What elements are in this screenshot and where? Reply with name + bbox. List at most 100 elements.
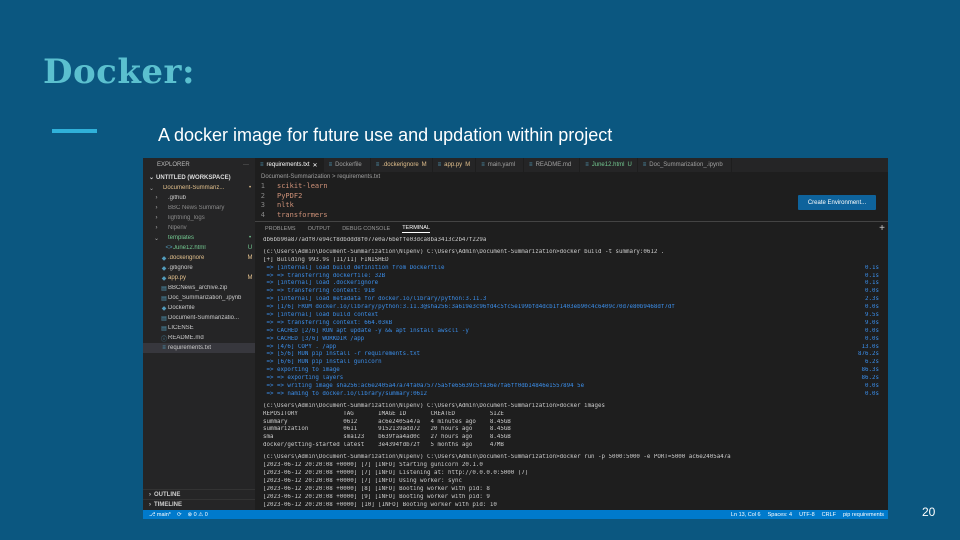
chevron-down-icon: ⌄ (149, 175, 155, 181)
line-number: 4 (260, 210, 265, 219)
tree-item[interactable]: ◆ Dockerfile (143, 303, 255, 313)
tree-item[interactable]: ◆ app.py M (143, 273, 255, 283)
outline-section[interactable]: › OUTLINE (143, 489, 255, 499)
terminal-line: => [1/6] FROM docker.io/library/python:3… (263, 304, 883, 312)
tree-item[interactable]: ≡ requirements.txt (143, 343, 255, 353)
terminal-line: [2023-06-12 20:20:08 +0000] [7] [INFO] U… (263, 478, 883, 486)
file-icon: ≡ (642, 162, 647, 168)
terminal-text: [2023-06-12 20:20:08 +0000] [9] [INFO] B… (263, 493, 490, 500)
editor-tab[interactable]: ≡ main.yaml (476, 158, 525, 172)
line-ending[interactable]: CRLF (822, 512, 836, 518)
tree-item[interactable]: › Nlpenv (143, 223, 255, 233)
terminal-line: [2023-06-12 20:20:08 +0000] [8] [INFO] B… (263, 486, 883, 494)
indentation[interactable]: Spaces: 4 (768, 512, 792, 518)
terminal-line: summary 0612 ac6e2405a47a 4 minutes ago … (263, 419, 883, 427)
terminal-text: => => writing image sha256:ac6e2405a47a7… (263, 383, 585, 390)
slide-title: Docker: (43, 52, 196, 92)
step-duration: 0.0s (865, 304, 879, 311)
tree-item-label: .dockerignore (168, 255, 205, 261)
editor-tab[interactable]: ≡ requirements.txt ✕ (255, 158, 324, 172)
workspace-header[interactable]: ⌄ UNTITLED (WORKSPACE) (143, 172, 255, 183)
tree-item-label: BBCNews_archive.zip (168, 285, 228, 291)
terminal-line: summarization 0611 9152139add72 20 hours… (263, 426, 883, 434)
terminal-text: [2023-06-12 20:20:08 +0000] [8] [INFO] B… (263, 485, 490, 492)
sync-icon[interactable]: ⟳ (177, 512, 182, 518)
line-number: 1 (260, 182, 265, 190)
problems-count[interactable]: ⊗ 0 ⚠ 0 (188, 512, 208, 518)
tree-item-label: Doc_Summarization_.ipynb (168, 295, 242, 301)
panel-tab[interactable]: PROBLEMS (265, 226, 296, 232)
chevron-down-icon: ⌄ (148, 185, 155, 192)
terminal-line: [2023-06-12 20:20:08 +0000] [10] [INFO] … (263, 502, 883, 510)
tab-label: June12.html (591, 162, 625, 168)
outline-label: OUTLINE (154, 491, 181, 498)
terminal-output[interactable]: db6bb90a877adf07e94cf8dbddd8f077e0a76bef… (263, 237, 883, 509)
terminal-line: => [5/6] RUN pip install -r requirements… (263, 351, 883, 359)
tree-item[interactable]: › BBC News Summary (143, 203, 255, 213)
tree-item[interactable]: ▤ Doc_Summarization_.ipynb (143, 293, 255, 303)
workspace-label: UNTITLED (WORKSPACE) (156, 174, 231, 181)
editor-tab[interactable]: ≡ app.py M (433, 158, 477, 172)
panel-tab[interactable]: TERMINAL (402, 225, 430, 233)
terminal-line: => => writing image sha256:ac6e2405a47a7… (263, 383, 883, 391)
git-branch[interactable]: ⎇ main* (149, 512, 171, 518)
tree-item[interactable]: ◆ .dockerignore M (143, 253, 255, 263)
terminal-line: [2023-06-12 20:20:08 +0000] [9] [INFO] B… (263, 494, 883, 502)
terminal-line: db6bb90a877adf07e94cf8dbddd8f077e0a76bef… (263, 237, 883, 245)
create-environment-button[interactable]: Create Environment... (798, 195, 876, 210)
timeline-section[interactable]: › TIMELINE (143, 499, 255, 509)
close-icon[interactable]: ✕ (313, 162, 318, 169)
panel-tab[interactable]: OUTPUT (308, 226, 331, 232)
tree-item[interactable]: ⌄ Document-Summariz... • (143, 183, 255, 193)
panel-tab[interactable]: DEBUG CONSOLE (342, 226, 390, 232)
code-text: transformers (277, 210, 328, 219)
tree-item[interactable]: › lightning_logs (143, 213, 255, 223)
file-icon: ≡ (585, 162, 589, 168)
tree-item-label: LICENSE (168, 325, 194, 331)
tree-item[interactable]: › .github (143, 193, 255, 203)
terminal-text: [2023-06-12 20:20:08 +0000] [10] [INFO] … (263, 501, 497, 508)
file-tree: ⌄ Document-Summariz... • › .github › BBC News … (143, 183, 255, 353)
breadcrumb[interactable]: Document-Summarization > requirements.tx… (261, 174, 380, 180)
cursor-position[interactable]: Ln 13, Col 6 (731, 512, 761, 518)
terminal-text: => CACHED [3/6] WORKDIR /app (263, 335, 365, 342)
step-duration: 9.0s (865, 319, 879, 326)
terminal-line: docker/getting-started latest 3e4394fdb7… (263, 442, 883, 450)
language-mode[interactable]: pip requirements (843, 512, 884, 518)
line-number: 3 (260, 201, 265, 209)
terminal-line: => => transferring context: 91B 0.0s (263, 288, 883, 296)
code-editor[interactable]: 1 scikit-learn 2 PyPDF2 3 nltk 4 transformers (255, 182, 888, 220)
editor-tab[interactable]: ≡ June12.html U (580, 158, 638, 172)
tab-badge: M (465, 162, 471, 168)
editor-tab[interactable]: ≡ Dockerfile (324, 158, 371, 172)
tab-label: app.py (444, 162, 463, 168)
tree-item[interactable]: ▤ BBCNews_archive.zip (143, 283, 255, 293)
accent-line (52, 129, 97, 133)
more-actions-icon[interactable]: ··· (243, 162, 249, 168)
line-number: 2 (260, 191, 265, 200)
tab-label: README.md (535, 162, 572, 168)
tree-item[interactable]: ⌄ templates • (143, 233, 255, 243)
terminal-line: => CACHED [3/6] WORKDIR /app 0.0s (263, 336, 883, 344)
tree-item[interactable]: ▤ LICENSE (143, 323, 255, 333)
code-line: 3 nltk (255, 201, 888, 211)
terminal-text: => => naming to docker.io/library/summar… (263, 390, 428, 397)
editor-tab[interactable]: ≡ Doc_Summarization_.ipynb (638, 158, 732, 172)
file-icon: ▤ (161, 295, 167, 302)
tree-item[interactable]: ▤ Document-Summarizatio... (143, 313, 255, 323)
editor-tab[interactable]: ≡ README.md (524, 158, 581, 172)
terminal-text: REPOSITORY TAG IMAGE ID CREATED SIZE (263, 410, 504, 417)
terminal-line: => [internal] load build context 9.5s (263, 312, 883, 320)
tree-item[interactable]: ⓘ README.md (143, 333, 255, 343)
encoding[interactable]: UTF-8 (799, 512, 815, 518)
editor-tabs: ≡ requirements.txt ✕ ≡ Dockerfile ≡ .dockerign… (255, 158, 888, 172)
tree-item[interactable]: ◆ .gitignore (143, 263, 255, 273)
tree-item[interactable]: <> June12.html U (143, 243, 255, 253)
step-duration: 2.3s (865, 296, 879, 303)
file-icon: ≡ (162, 345, 166, 351)
terminal-text: => => exporting layers (263, 375, 344, 382)
editor-tab[interactable]: ≡ .dockerignore M (371, 158, 433, 172)
terminal-text: => => transferring context: 664.03kB (263, 319, 393, 326)
new-terminal-icon[interactable]: + (879, 223, 885, 234)
terminal-text: [+] Building 993.9s (11/11) FINISHED (263, 256, 389, 263)
